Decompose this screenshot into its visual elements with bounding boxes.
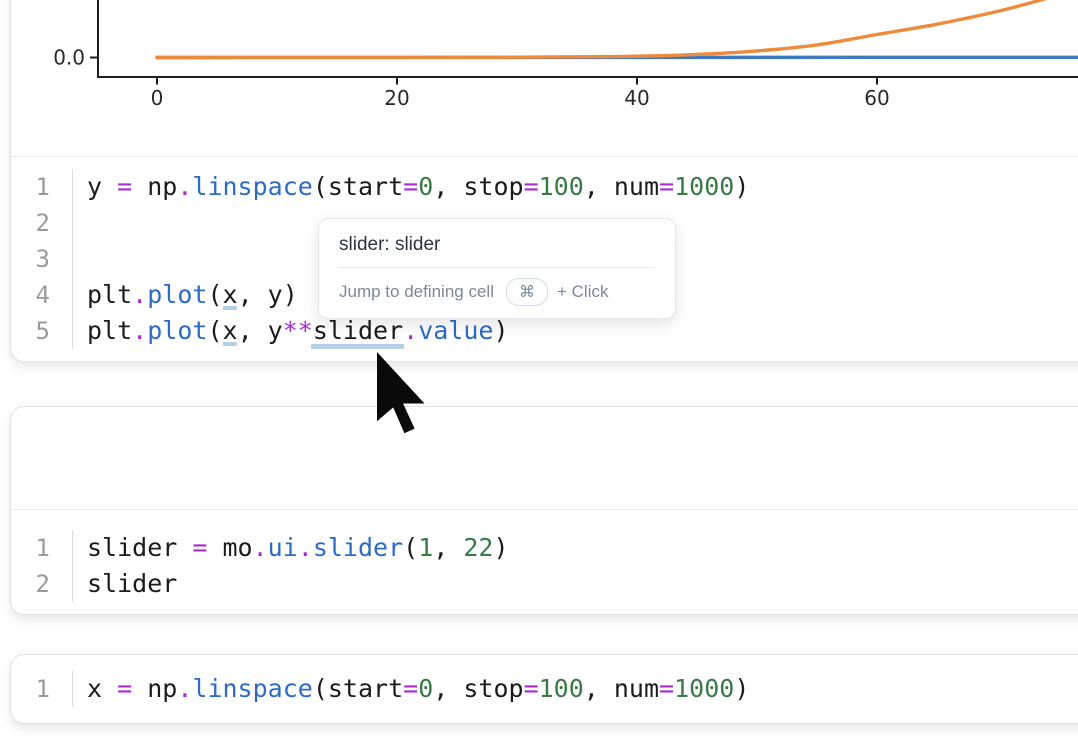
- tooltip-hint: Jump to defining cell: [339, 282, 494, 302]
- svg-text:40: 40: [624, 86, 649, 110]
- line-number: 4: [11, 277, 73, 313]
- code-editor[interactable]: 1slider = mo.ui.slider(1, 22)2slider: [11, 510, 1078, 602]
- line-number: 1: [11, 671, 73, 707]
- line-number: 2: [11, 566, 73, 602]
- cell-x: 1x = np.linspace(start=0, stop=100, num=…: [10, 654, 1078, 724]
- tooltip-title: slider: slider: [339, 233, 655, 257]
- matplotlib-figure: 0.0 0 20 40 60: [11, 0, 1078, 155]
- reactive-variable: slider: [313, 316, 403, 345]
- line-number: 5: [11, 313, 73, 349]
- tooltip-suffix: + Click: [557, 282, 608, 302]
- variable-tooltip: slider: slider Jump to defining cell ⌘ +…: [318, 218, 676, 319]
- code-line[interactable]: 1y = np.linspace(start=0, stop=100, num=…: [11, 169, 1078, 205]
- line-number: 2: [11, 205, 73, 241]
- code-text: slider = mo.ui.slider(1, 22): [73, 530, 509, 566]
- mouse-cursor-icon: [377, 352, 425, 434]
- reactive-variable: x: [223, 316, 238, 345]
- cell-slider: 1slider = mo.ui.slider(1, 22)2slider: [10, 406, 1078, 615]
- svg-text:0: 0: [151, 86, 164, 110]
- svg-text:20: 20: [384, 86, 409, 110]
- code-line[interactable]: 2slider: [11, 566, 1078, 602]
- code-text: y = np.linspace(start=0, stop=100, num=1…: [73, 169, 749, 205]
- line-number: 3: [11, 241, 73, 277]
- line-number: 1: [11, 530, 73, 566]
- code-line[interactable]: 1slider = mo.ui.slider(1, 22): [11, 530, 1078, 566]
- notebook: 0.00204060 1y = np.linspace(start=0, sto…: [0, 0, 1078, 746]
- code-text: slider: [73, 566, 177, 602]
- code-text: [73, 241, 87, 277]
- tooltip-divider: [339, 267, 655, 268]
- svg-text:60: 60: [864, 86, 889, 110]
- code-text: plt.plot(x, y): [73, 277, 298, 313]
- cmd-key-badge: ⌘: [506, 278, 548, 306]
- code-text: x = np.linspace(start=0, stop=100, num=1…: [73, 671, 749, 707]
- code-editor[interactable]: 1x = np.linspace(start=0, stop=100, num=…: [11, 655, 1078, 707]
- reactive-variable: x: [223, 280, 238, 309]
- code-line[interactable]: 1x = np.linspace(start=0, stop=100, num=…: [11, 671, 1078, 707]
- code-text: [73, 205, 87, 241]
- svg-text:0.0: 0.0: [53, 46, 85, 70]
- line-number: 1: [11, 169, 73, 205]
